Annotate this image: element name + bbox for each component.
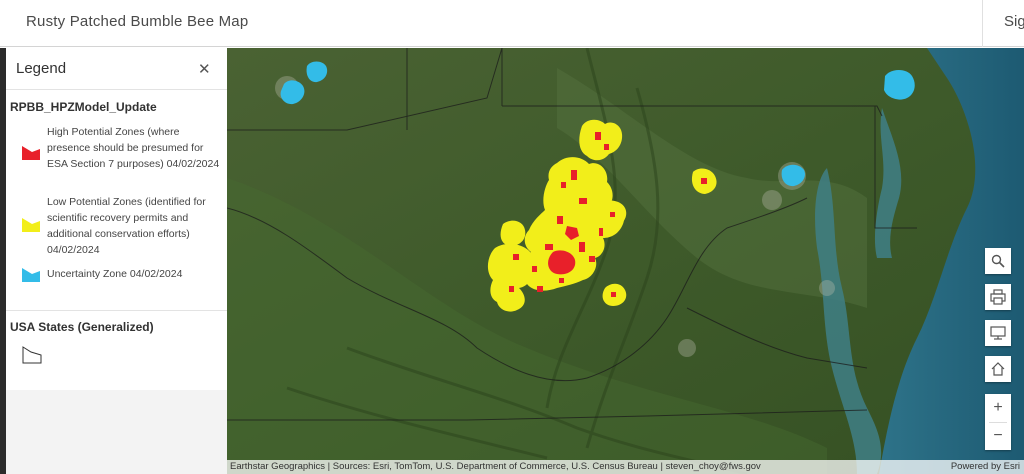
legend-card: Legend ✕ RPBB_HPZModel_Update High Poten…: [6, 48, 227, 390]
high-potential-zone[interactable]: [604, 144, 609, 150]
high-potential-zone[interactable]: [559, 278, 564, 283]
header-divider: [982, 0, 983, 47]
high-potential-zone[interactable]: [561, 182, 566, 188]
zoom-out-button[interactable]: −: [985, 422, 1011, 450]
state-outline-icon: [22, 346, 42, 364]
powered-by-esri-link[interactable]: Powered by Esri: [951, 461, 1020, 472]
zoom-controls: + −: [985, 394, 1011, 450]
high-potential-zone[interactable]: [509, 286, 514, 292]
app-header: Rusty Patched Bumble Bee Map Sign In: [0, 0, 1024, 47]
monitor-icon: [990, 326, 1006, 340]
sign-in-button[interactable]: Sign In: [1004, 13, 1024, 30]
legend-item-label: Uncertainty Zone 04/02/2024: [47, 268, 183, 280]
zoom-in-button[interactable]: +: [985, 394, 1011, 422]
home-icon: [991, 362, 1005, 376]
legend-panel: Legend ✕ RPBB_HPZModel_Update High Poten…: [6, 48, 227, 474]
high-potential-zone[interactable]: [545, 244, 553, 250]
high-potential-zone[interactable]: [537, 286, 543, 292]
high-potential-zone[interactable]: [701, 178, 707, 184]
high-potential-zone[interactable]: [579, 242, 585, 252]
legend-separator: [6, 310, 227, 311]
low-potential-symbol-icon: [22, 218, 40, 232]
high-potential-zone[interactable]: [579, 198, 587, 204]
basemap-button[interactable]: [985, 320, 1011, 346]
high-potential-zone[interactable]: [557, 216, 563, 224]
high-potential-zone[interactable]: [571, 170, 577, 180]
print-icon: [990, 289, 1006, 305]
high-potential-zone[interactable]: [595, 132, 601, 140]
search-button[interactable]: [985, 248, 1011, 274]
high-potential-zone[interactable]: [610, 212, 615, 217]
high-potential-symbol-icon: [22, 146, 40, 160]
close-icon[interactable]: ✕: [198, 60, 211, 78]
print-button[interactable]: [985, 284, 1011, 310]
map-view[interactable]: + − Earthstar Geographics | Sources: Esr…: [227, 48, 1024, 474]
legend-layer-title: RPBB_HPZModel_Update: [10, 100, 157, 114]
legend-item-label: High Potential Zones (where presence sho…: [47, 126, 220, 170]
legend-layer-title: USA States (Generalized): [10, 320, 154, 334]
attribution-sources: Earthstar Geographics | Sources: Esri, T…: [230, 461, 761, 472]
high-potential-zone[interactable]: [611, 292, 616, 297]
uncertainty-zone[interactable]: [884, 70, 915, 100]
map-attribution: Earthstar Geographics | Sources: Esri, T…: [227, 460, 1024, 474]
search-icon: [991, 254, 1005, 268]
home-button[interactable]: [985, 356, 1011, 382]
legend-item-label: Low Potential Zones (identified for scie…: [47, 196, 206, 256]
high-potential-zone[interactable]: [589, 256, 595, 262]
satellite-basemap[interactable]: [227, 48, 1024, 474]
uncertainty-symbol-icon: [22, 268, 40, 282]
legend-title: Legend: [16, 60, 67, 77]
high-potential-zone[interactable]: [599, 228, 603, 236]
high-potential-zone[interactable]: [532, 266, 537, 272]
app-title: Rusty Patched Bumble Bee Map: [26, 13, 249, 30]
high-potential-zone[interactable]: [513, 254, 519, 260]
legend-header: Legend ✕: [6, 48, 227, 90]
